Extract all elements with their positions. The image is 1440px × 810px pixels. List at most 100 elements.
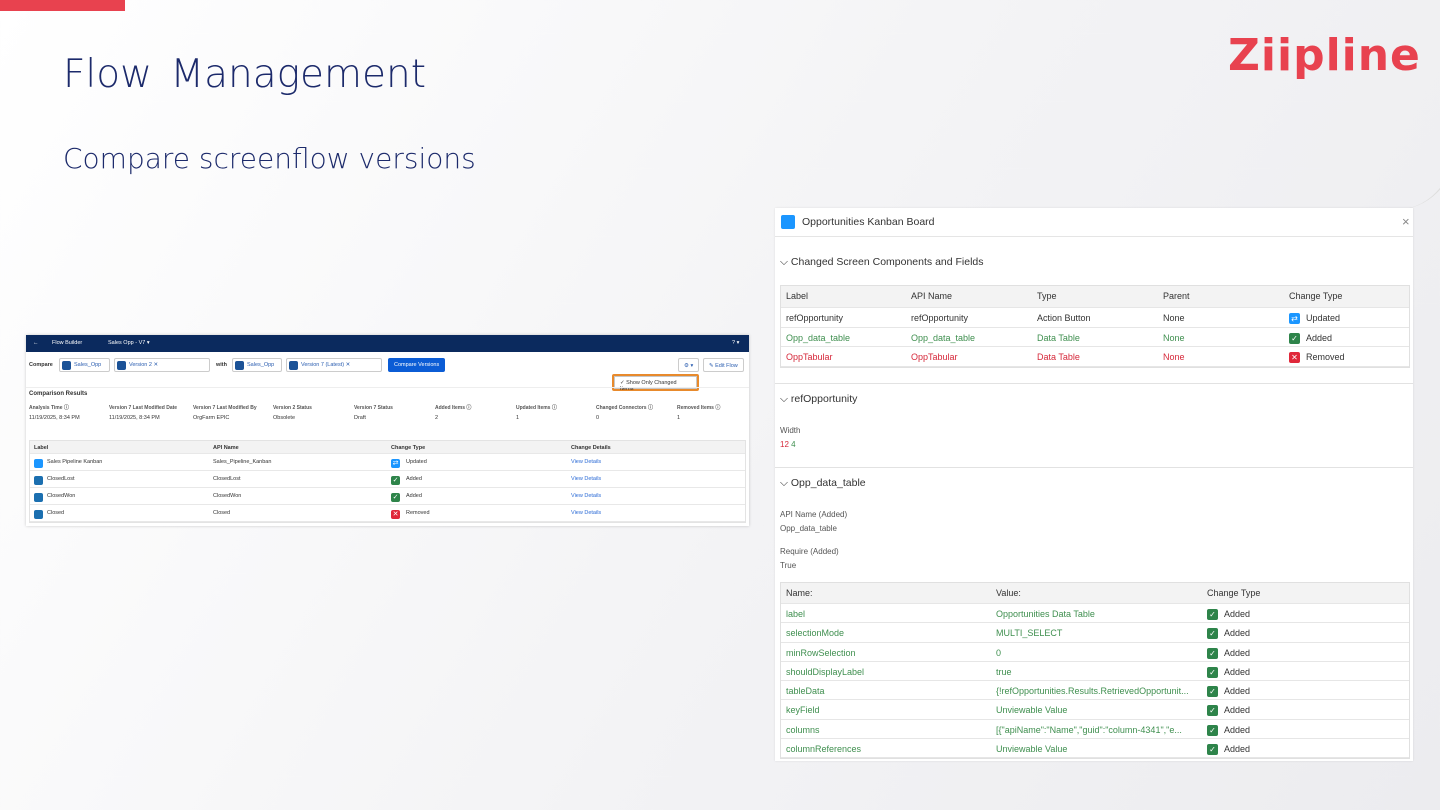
row-change-type: Added (406, 493, 422, 499)
stat-item: Updated Items ⓘ 1 (516, 405, 594, 421)
row-api-name: ClosedWon (213, 493, 242, 499)
version2-value: Version 7 (Latest) ✕ (301, 362, 351, 368)
column-header: Parent (1163, 291, 1190, 301)
panel-header: Opportunities Kanban Board × (775, 208, 1413, 237)
table-row: selectionMode MULTI_SELECT ✓ Added (781, 623, 1409, 643)
change-type: Added (1224, 666, 1251, 677)
width-new: 4 (791, 440, 796, 449)
change-type: Added (1224, 628, 1251, 639)
chevron-down-icon: ⌵ (780, 477, 791, 489)
prop-name: label (786, 609, 806, 619)
prop-value: MULTI_SELECT (996, 628, 1063, 639)
added-icon: ✓ (1207, 744, 1218, 756)
version1-select[interactable]: Version 2 ✕ (114, 358, 210, 372)
flow1-select[interactable]: Sales_Opp (59, 358, 110, 372)
show-only-changed-toggle[interactable]: ✓ Show Only Changed Items (612, 374, 699, 392)
width-old: 12 (780, 440, 789, 449)
stat-item: Removed Items ⓘ 1 (677, 405, 755, 421)
prop-name: tableData (786, 686, 825, 697)
close-icon[interactable]: × (1402, 214, 1410, 229)
width-label: Width (780, 426, 801, 435)
cell: None (1163, 332, 1185, 343)
prop-name: keyField (786, 705, 820, 716)
settings-button[interactable]: ⚙ ▾ (678, 358, 700, 372)
added-icon: ✓ (1207, 609, 1218, 620)
api-name-label: API Name (Added) (780, 510, 848, 519)
prop-value: {!refOpportunities.Results.RetrievedOppo… (996, 686, 1189, 697)
flow2-value: Sales_Opp (247, 362, 275, 368)
change-type: Removed (1306, 352, 1345, 362)
stat-label: Updated Items ⓘ (516, 405, 557, 411)
table-row: OppTabular OppTabular Data Table None ✕ Remov… (781, 347, 1409, 367)
view-details-link[interactable]: View Details (571, 476, 601, 482)
require-label: Require (Added) (780, 547, 839, 556)
row-api-name: ClosedLost (213, 476, 241, 482)
prop-value: Unviewable Value (996, 705, 1068, 716)
stat-value: 2 (435, 415, 439, 421)
stat-value: 0 (596, 415, 600, 421)
screen-icon (781, 215, 795, 229)
flow-icon (62, 361, 71, 370)
help-menu[interactable]: ? ▾ (732, 340, 739, 346)
table-row: keyField Unviewable Value ✓ Added (781, 700, 1409, 720)
change-type: Added (1224, 647, 1251, 658)
view-details-link[interactable]: View Details (571, 459, 601, 465)
prop-value: Opportunities Data Table (996, 609, 1095, 619)
comparison-table: Label API Name Change Type Change Details Sa… (29, 440, 746, 523)
version2-select[interactable]: Version 7 (Latest) ✕ (286, 358, 382, 372)
ziipline-logo: Ziipline (1228, 30, 1421, 81)
prop-name: shouldDisplayLabel (786, 666, 865, 677)
flow-builder-header: ← Flow Builder Sales Opp - V7 ▾ ? ▾ (26, 335, 749, 352)
column-header: API Name (213, 445, 239, 451)
stat-value: 11/19/2025, 8:34 PM (29, 415, 80, 421)
prop-name: columns (786, 724, 820, 735)
change-type: Added (1224, 705, 1251, 716)
stat-label: Changed Connectors ⓘ (596, 405, 653, 411)
table-row: columnReferences Unviewable Value ✓ Added (781, 739, 1409, 759)
flow2-select[interactable]: Sales_Opp (232, 358, 282, 372)
compare-versions-button[interactable]: Compare Versions (388, 358, 446, 372)
table-row: columns [{"apiName":"Name","guid":"column… (781, 720, 1409, 740)
change-type: Added (1224, 686, 1251, 697)
table-row: refOpportunity refOpportunity Action Butto… (781, 308, 1409, 328)
require-value: True (780, 561, 797, 570)
section-changed-components[interactable]: ⌵ Changed Screen Components and Fields (780, 256, 984, 269)
flow-icon (117, 361, 126, 370)
divider (775, 467, 1413, 468)
edit-flow-button[interactable]: ✎ Edit Flow (703, 358, 744, 372)
stat-item: Version 2 Status Obsolete (273, 405, 351, 421)
added-icon: ✓ (1207, 628, 1218, 640)
panel-title: Opportunities Kanban Board (802, 216, 935, 228)
component-icon (34, 493, 43, 502)
row-label: Sales Pipeline Kanban (47, 459, 103, 465)
change-type: Added (1224, 744, 1251, 755)
change-type: Added (1224, 724, 1251, 735)
view-details-link[interactable]: View Details (571, 510, 601, 516)
flow-builder-link[interactable]: Flow Builder (52, 340, 82, 346)
stat-label: Analysis Time ⓘ (29, 405, 69, 411)
stat-item: Analysis Time ⓘ 11/19/2025, 8:34 PM (29, 405, 107, 421)
stat-value: 11/19/2025, 8:34 PM (109, 415, 160, 421)
table-header: Label API Name Type Parent Change Type (781, 286, 1409, 308)
added-icon: ✓ (1289, 332, 1300, 344)
accent-bar (0, 0, 125, 11)
prop-value: [{"apiName":"Name","guid":"column-4341",… (996, 724, 1182, 735)
back-icon[interactable]: ← (33, 340, 39, 346)
flow1-value: Sales_Opp (74, 362, 102, 368)
section-title: Opp_data_table (790, 477, 866, 489)
divider (775, 383, 1413, 384)
section-opp-data-table[interactable]: ⌵ Opp_data_table (780, 477, 866, 490)
section-title: refOpportunity (790, 393, 858, 405)
updated-icon: ⇄ (1289, 313, 1300, 324)
prop-value: 0 (996, 647, 1002, 658)
component-icon (34, 459, 43, 468)
column-header: Value: (996, 588, 1021, 598)
stat-item: Added Items ⓘ 2 (435, 405, 513, 421)
section-refopportunity[interactable]: ⌵ refOpportunity (780, 393, 857, 406)
cell: None (1163, 352, 1185, 362)
flow-version-menu[interactable]: Sales Opp - V7 ▾ (108, 340, 150, 346)
slide-title: Flow Management (63, 52, 426, 97)
view-details-link[interactable]: View Details (571, 493, 601, 499)
column-header: API Name (911, 291, 953, 301)
cell: Action Button (1037, 313, 1091, 323)
